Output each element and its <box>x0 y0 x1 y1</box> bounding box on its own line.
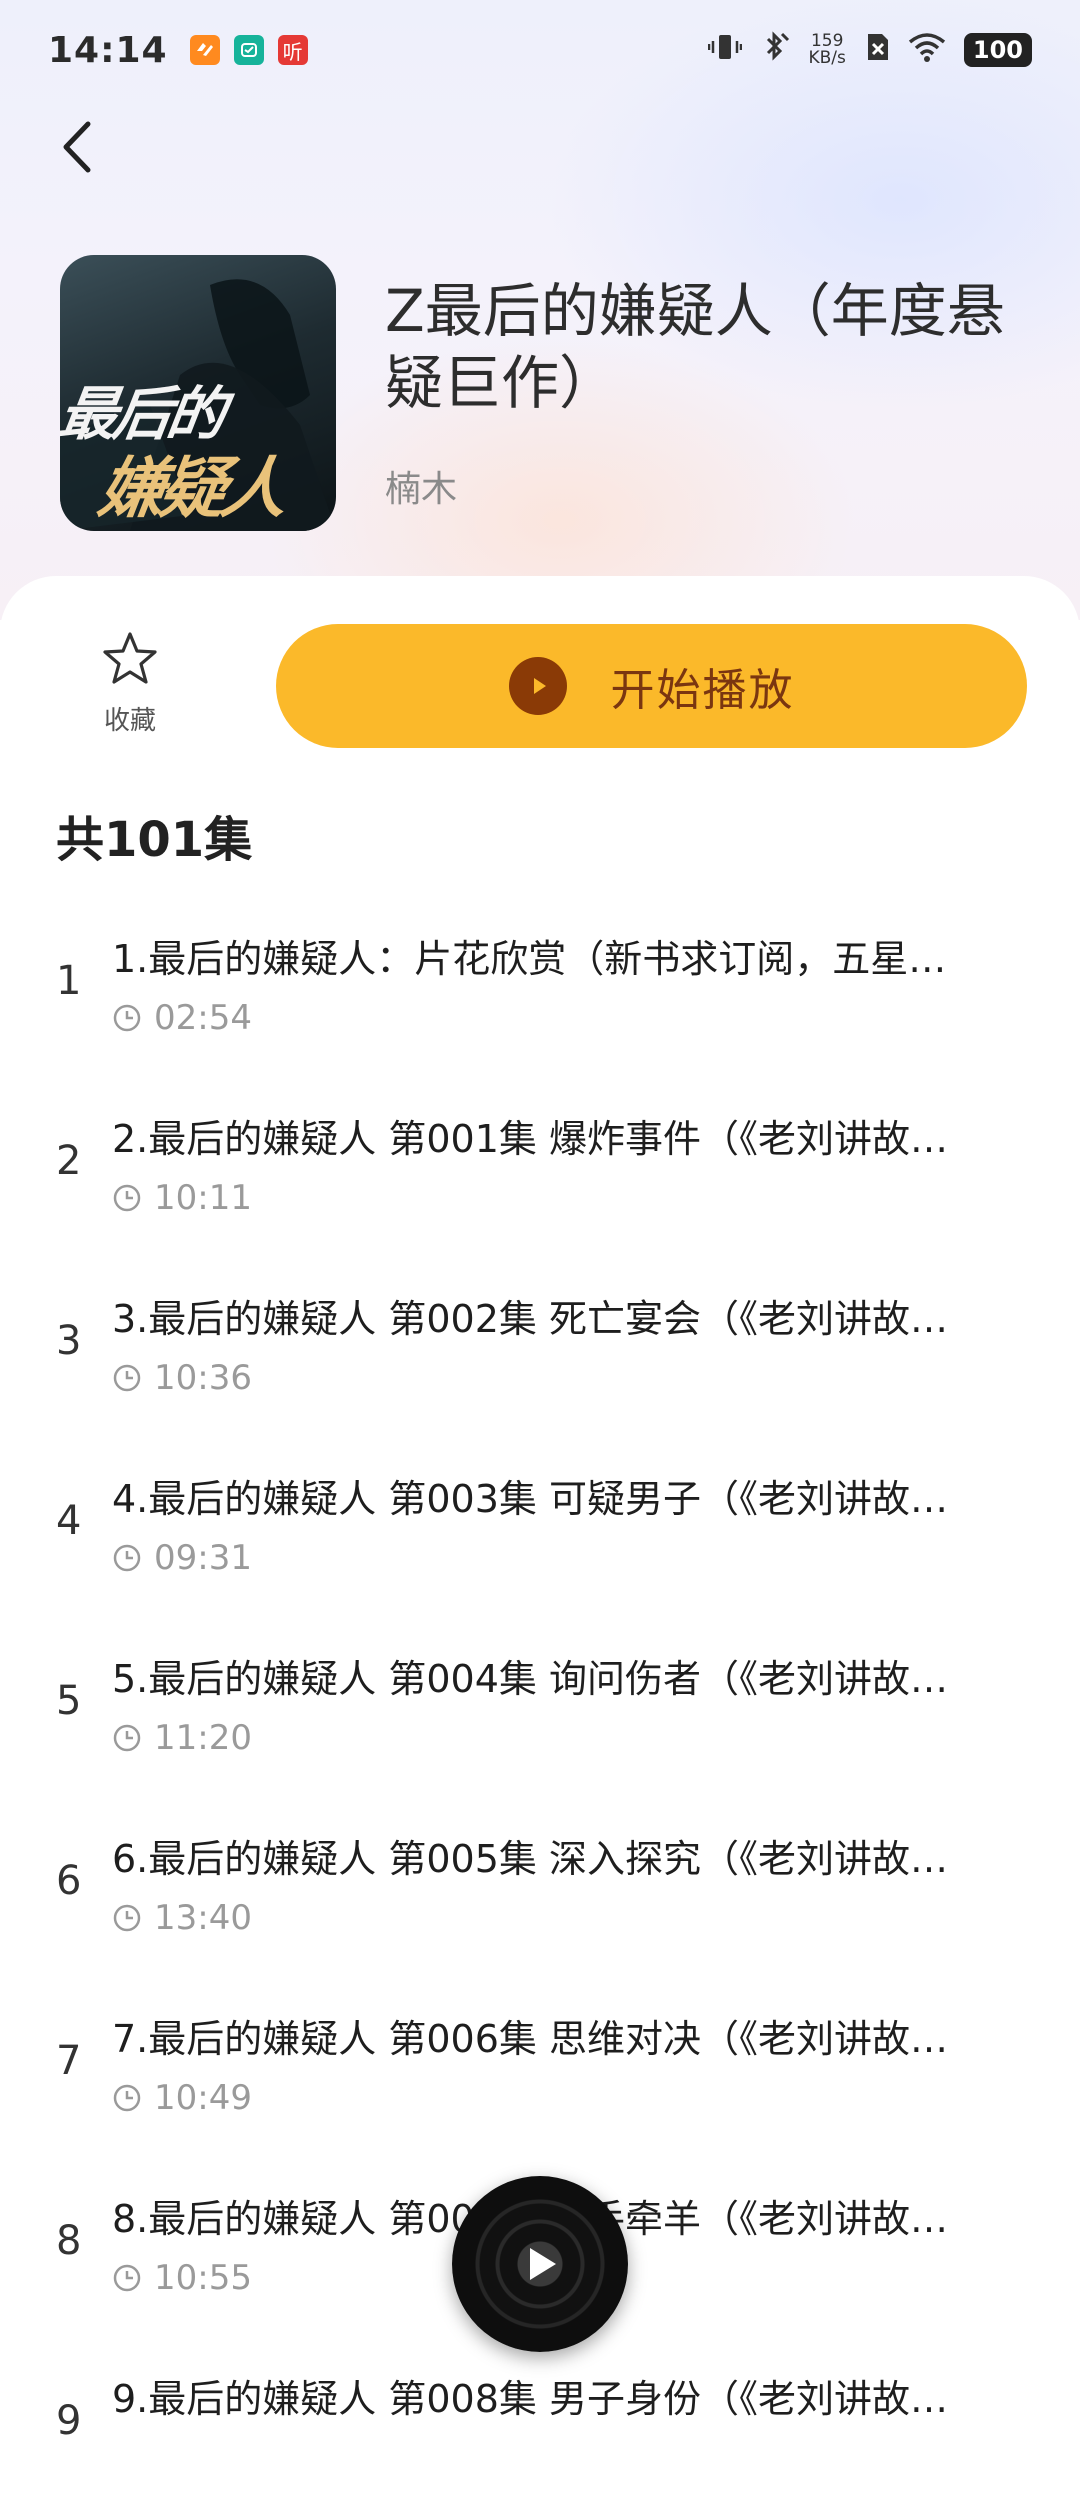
back-button[interactable] <box>52 112 112 182</box>
app-notification-icon <box>233 35 264 65</box>
episode-title: 6.最后的嫌疑人 第005集 深入探究（《老刘讲故事》） <box>112 1837 972 1881</box>
episode-duration-text: 10:55 <box>154 2258 252 2298</box>
episode-title: 9.最后的嫌疑人 第008集 男子身份（《老刘讲故事》） <box>112 2377 972 2421</box>
episode-row[interactable]: 1 1.最后的嫌疑人：片花欣赏（新书求订阅，五星好评） 02:54 <box>0 900 1080 1080</box>
album-title: Z最后的嫌疑人（年度悬疑巨作） <box>385 277 1005 417</box>
listen-app-icon: 听 <box>277 35 308 65</box>
play-icon <box>508 657 567 715</box>
mini-player-disc[interactable] <box>452 2176 628 2352</box>
episode-row[interactable]: 3 3.最后的嫌疑人 第002集 死亡宴会（《老刘讲故事》） 10:36 <box>0 1260 1080 1440</box>
network-speed-unit: KB/s <box>808 48 846 68</box>
episode-duration-text: 02:54 <box>154 998 252 1038</box>
listen-app-icon-text: 听 <box>282 39 303 64</box>
clock-icon <box>113 2264 141 2292</box>
episode-index: 1 <box>56 958 82 1004</box>
episode-duration: 13:40 <box>112 1898 252 1938</box>
episode-duration-text: 10:49 <box>154 2078 252 2118</box>
episode-row[interactable]: 7 7.最后的嫌疑人 第006集 思维对决（《老刘讲故事》） 10:49 <box>0 1980 1080 2160</box>
clock-icon <box>113 2084 141 2112</box>
episode-title: 1.最后的嫌疑人：片花欣赏（新书求订阅，五星好评） <box>112 937 972 981</box>
favorite-label: 收藏 <box>103 706 156 736</box>
bluetooth-icon <box>760 30 790 71</box>
battery-indicator: 100 <box>963 33 1032 67</box>
episode-row[interactable]: 5 5.最后的嫌疑人 第004集 询问伤者（《老刘讲故事》） 11:20 <box>0 1620 1080 1800</box>
episode-index: 3 <box>56 1318 82 1364</box>
episode-duration-text: 10:36 <box>154 1358 252 1398</box>
episode-row[interactable]: 9 9.最后的嫌疑人 第008集 男子身份（《老刘讲故事》） <box>0 2340 1080 2520</box>
episode-index: 6 <box>56 1858 82 1904</box>
episode-title: 5.最后的嫌疑人 第004集 询问伤者（《老刘讲故事》） <box>112 1657 972 1701</box>
play-icon <box>530 2248 556 2280</box>
episode-duration: 09:31 <box>112 1538 252 1578</box>
episode-duration-text: 13:40 <box>154 1898 252 1938</box>
episode-row[interactable]: 2 2.最后的嫌疑人 第001集 爆炸事件（《老刘讲故事》） 10:11 <box>0 1080 1080 1260</box>
album-cover: 最后的 嫌疑人 <box>60 255 336 531</box>
album-author[interactable]: 楠木 <box>385 460 457 512</box>
network-speed: 159 KB/s <box>808 33 845 67</box>
wifi-icon <box>908 30 946 71</box>
episode-duration-text: 11:20 <box>154 1718 252 1758</box>
clock-icon <box>113 1364 141 1392</box>
clock-icon <box>113 1904 141 1932</box>
episode-count: 共101集 <box>56 812 253 868</box>
episode-index: 9 <box>56 2398 82 2444</box>
episode-index: 8 <box>56 2218 82 2264</box>
episode-duration: 02:54 <box>112 998 252 1038</box>
clock-icon <box>113 1724 141 1752</box>
cover-text-2: 嫌疑人 <box>93 450 288 527</box>
episode-title: 2.最后的嫌疑人 第001集 爆炸事件（《老刘讲故事》） <box>112 1117 972 1161</box>
clock-icon <box>113 1004 141 1032</box>
app-notification-icon <box>189 35 220 65</box>
clock-icon <box>113 1184 141 1212</box>
start-play-button[interactable]: 开始播放 <box>276 624 1027 748</box>
episode-duration-text: 10:11 <box>154 1178 252 1218</box>
episode-index: 7 <box>56 2038 82 2084</box>
favorite-button[interactable]: 收藏 <box>70 628 190 737</box>
episode-index: 4 <box>56 1498 82 1544</box>
episode-duration-text: 09:31 <box>154 1538 252 1578</box>
episode-index: 5 <box>56 1678 82 1724</box>
episode-row[interactable]: 6 6.最后的嫌疑人 第005集 深入探究（《老刘讲故事》） 13:40 <box>0 1800 1080 1980</box>
episode-index: 2 <box>56 1138 82 1184</box>
episode-duration: 10:55 <box>112 2258 252 2298</box>
episode-title: 7.最后的嫌疑人 第006集 思维对决（《老刘讲故事》） <box>112 2017 972 2061</box>
sim-off-icon <box>864 30 890 71</box>
star-icon <box>103 632 157 684</box>
episode-row[interactable]: 4 4.最后的嫌疑人 第003集 可疑男子（《老刘讲故事》） 09:31 <box>0 1440 1080 1620</box>
vibrate-icon <box>708 30 743 71</box>
clock-icon <box>113 1544 141 1572</box>
episode-duration: 10:49 <box>112 2078 252 2118</box>
episode-title: 4.最后的嫌疑人 第003集 可疑男子（《老刘讲故事》） <box>112 1477 972 1521</box>
episode-duration: 10:11 <box>112 1178 252 1218</box>
start-play-label: 开始播放 <box>610 665 795 716</box>
episode-duration: 10:36 <box>112 1358 252 1398</box>
status-bar: 14:14 听 159 KB/s 100 <box>0 0 1080 100</box>
episode-title: 3.最后的嫌疑人 第002集 死亡宴会（《老刘讲故事》） <box>112 1297 972 1341</box>
episode-duration: 11:20 <box>112 1718 252 1758</box>
chevron-left-icon <box>63 121 91 173</box>
status-time: 14:14 <box>48 29 168 71</box>
